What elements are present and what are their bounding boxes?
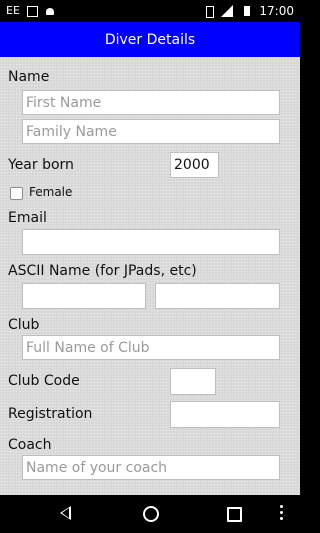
female-label: Female	[29, 185, 73, 199]
coach-label: Coach	[8, 437, 52, 453]
battery-icon	[241, 5, 253, 17]
ascii-family-name-input[interactable]	[155, 283, 280, 309]
email-label: Email	[8, 210, 47, 226]
image-icon	[26, 5, 38, 17]
year-born-input[interactable]	[170, 152, 219, 178]
page-title: Diver Details	[104, 31, 196, 48]
back-icon[interactable]	[60, 506, 71, 520]
navigation-bar	[0, 495, 300, 533]
year-born-label: Year born	[8, 157, 74, 173]
club-code-label: Club Code	[8, 373, 80, 389]
carrier-label: EE	[6, 4, 20, 17]
android-icon	[44, 5, 56, 17]
name-label: Name	[8, 69, 50, 85]
family-name-input[interactable]	[22, 119, 280, 144]
ascii-name-label: ASCII Name (for JPads, etc)	[8, 263, 197, 279]
app-bar: Diver Details	[0, 22, 300, 57]
status-right: 17:00	[203, 4, 294, 18]
female-checkbox[interactable]	[10, 187, 23, 200]
more-icon[interactable]	[280, 505, 283, 521]
recent-apps-icon[interactable]	[227, 507, 242, 522]
registration-label: Registration	[8, 406, 93, 422]
status-left: EE	[6, 4, 56, 17]
registration-input[interactable]	[170, 401, 280, 428]
home-icon[interactable]	[143, 506, 159, 522]
club-label: Club	[8, 317, 40, 333]
club-input[interactable]	[22, 335, 280, 360]
diver-form: Name Year born Female Email ASCII Name (…	[0, 57, 300, 495]
status-bar: EE 17:00	[0, 0, 300, 22]
club-code-input[interactable]	[170, 368, 216, 395]
ascii-first-name-input[interactable]	[22, 283, 146, 309]
email-input[interactable]	[22, 229, 280, 255]
signal-icon	[221, 5, 235, 17]
vibrate-icon	[203, 5, 215, 18]
first-name-input[interactable]	[22, 90, 280, 115]
status-time: 17:00	[259, 4, 294, 18]
coach-input[interactable]	[22, 455, 280, 480]
